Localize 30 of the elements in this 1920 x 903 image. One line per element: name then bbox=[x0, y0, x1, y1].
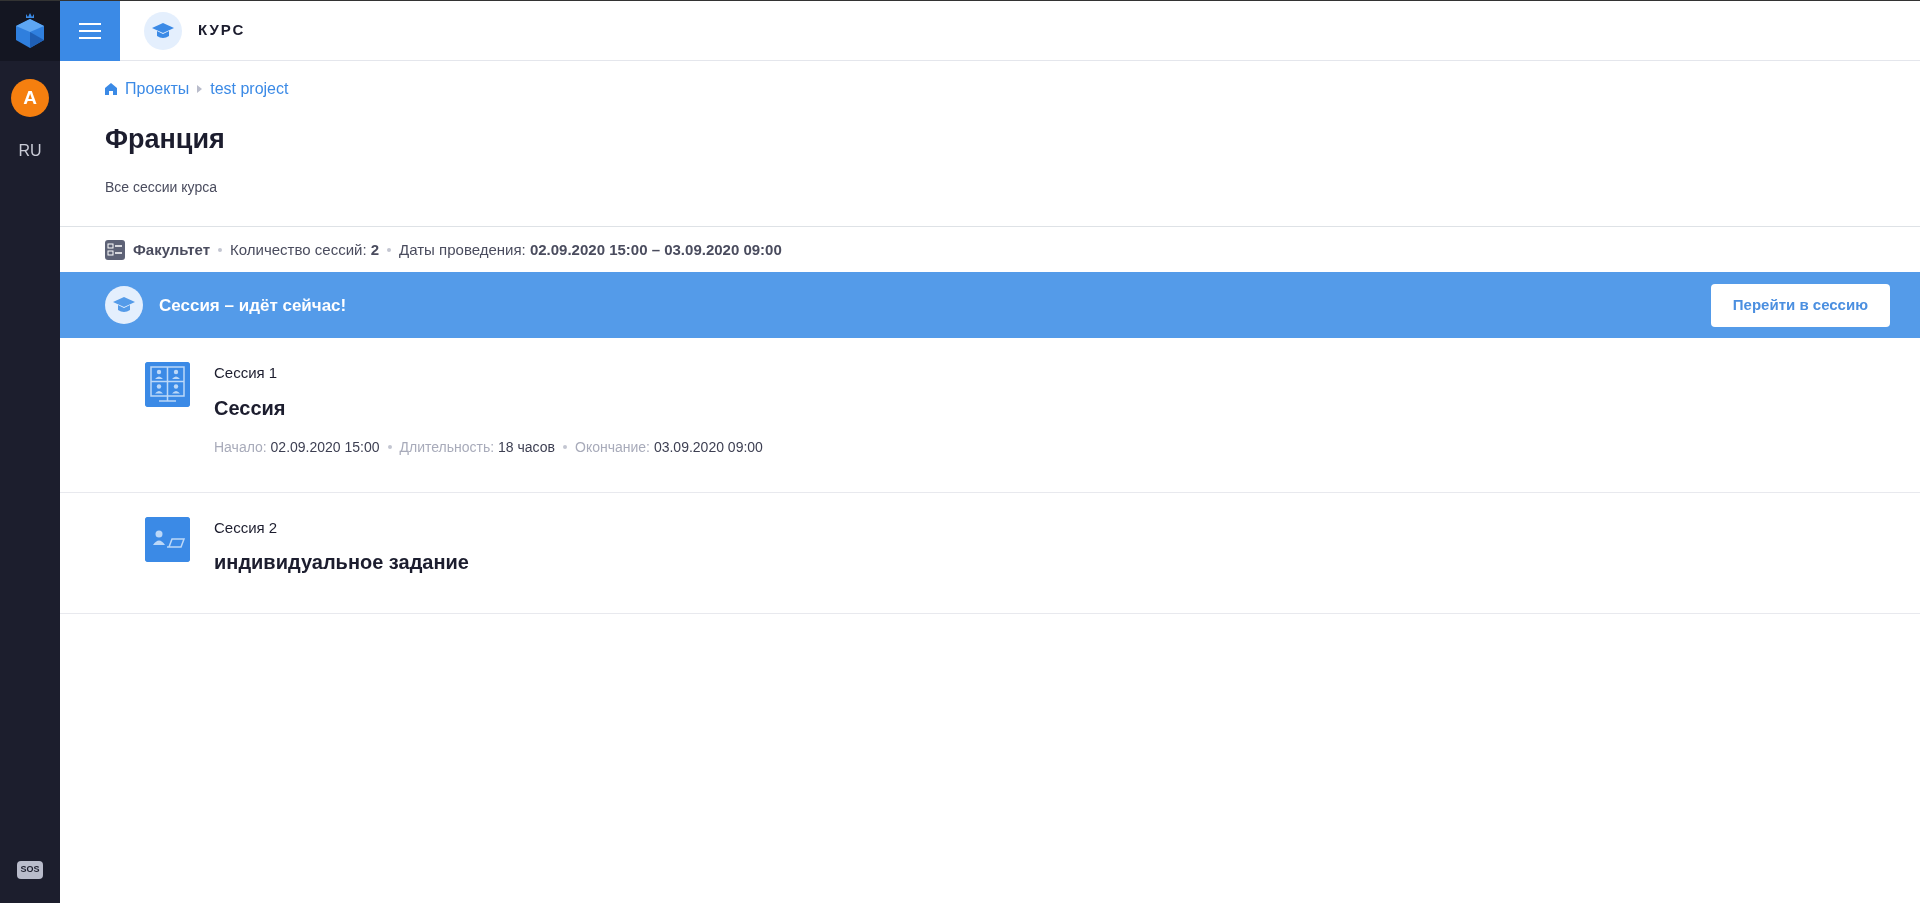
meta-info-text: Количество сессий: 2 bbox=[230, 239, 380, 260]
page-subtitle: Все сессии курса bbox=[105, 178, 219, 198]
home-icon bbox=[105, 83, 117, 95]
session-title: индивидуальное задание bbox=[214, 550, 469, 576]
crystal-logo-icon[interactable] bbox=[13, 12, 47, 50]
breadcrumb-link[interactable]: Проекты bbox=[125, 77, 190, 101]
session-detail-text: Окончание: 03.09.2020 09:00 bbox=[575, 437, 763, 457]
person-laptop-icon bbox=[145, 516, 190, 562]
session-title: Сессия bbox=[214, 395, 287, 421]
session-detail-text: Начало: 02.09.2020 15:00 bbox=[214, 437, 380, 457]
category-label: Факультет bbox=[133, 239, 211, 260]
faculty-icon bbox=[105, 239, 125, 260]
language-code: RU bbox=[17, 141, 43, 161]
graduation-cap-icon bbox=[105, 286, 143, 325]
graduation-cap-icon bbox=[144, 11, 182, 50]
header-title: КУРС bbox=[198, 20, 246, 41]
session-number: Сессия 2 bbox=[214, 517, 279, 538]
user-avatar[interactable]: A bbox=[11, 79, 49, 117]
breadcrumb-link[interactable]: test project bbox=[210, 77, 289, 101]
chevron-right-icon bbox=[197, 85, 203, 93]
go-to-session-button[interactable]: Перейти в сессию bbox=[1710, 284, 1890, 327]
menu-button[interactable] bbox=[60, 1, 120, 61]
menu-icon bbox=[79, 22, 101, 39]
page-title: Франция bbox=[105, 123, 226, 156]
session-number: Сессия 1 bbox=[214, 363, 279, 384]
meta-info-text: Даты проведения: 02.09.2020 15:00 – 03.09.2020 09:00 bbox=[399, 239, 782, 260]
banner-text: Сессия – идёт сейчас! bbox=[159, 294, 347, 317]
video-conference-icon bbox=[145, 362, 190, 408]
sos-help-button[interactable]: SOS bbox=[17, 861, 43, 879]
session-detail-text: Длительность: 18 часов bbox=[399, 437, 555, 457]
